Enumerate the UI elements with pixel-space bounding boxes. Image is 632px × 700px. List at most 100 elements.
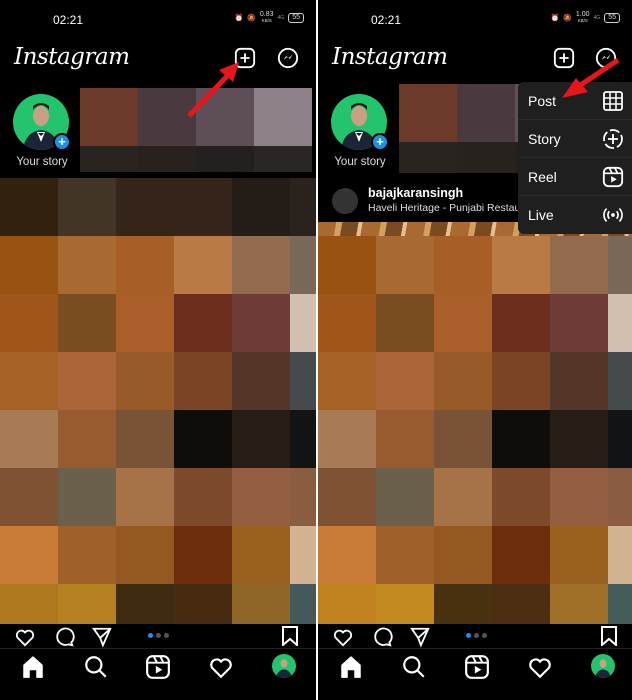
pixel-tile bbox=[318, 526, 376, 584]
mute-icon: 🔕 bbox=[247, 15, 256, 22]
share-icon[interactable] bbox=[91, 626, 113, 648]
network-speed: 1.00 KB/S bbox=[575, 11, 590, 23]
carousel-dots bbox=[148, 633, 169, 638]
post-image[interactable] bbox=[0, 178, 316, 642]
pixel-tile bbox=[0, 236, 58, 294]
pixel-tile bbox=[608, 468, 632, 526]
pixel-tile bbox=[174, 178, 232, 236]
pixel-tile bbox=[608, 526, 632, 584]
pixel-tile bbox=[232, 352, 290, 410]
menu-label: Post bbox=[528, 93, 557, 109]
chevron-down-icon[interactable]: ⌄ bbox=[114, 54, 122, 65]
chevron-down-icon[interactable]: ⌄ bbox=[432, 54, 440, 65]
pixel-tile bbox=[254, 88, 312, 146]
pixel-tile bbox=[0, 410, 58, 468]
reels-icon[interactable] bbox=[464, 654, 490, 680]
your-story-avatar[interactable]: + bbox=[331, 94, 389, 151]
pixel-tile bbox=[0, 178, 58, 236]
mute-icon: 🔕 bbox=[563, 15, 572, 22]
signal-icon: 4G bbox=[277, 15, 285, 21]
pixel-tile bbox=[318, 236, 376, 294]
save-icon[interactable] bbox=[600, 626, 618, 646]
like-icon[interactable] bbox=[332, 627, 354, 647]
pixel-tile bbox=[174, 294, 232, 352]
add-story-badge[interactable]: + bbox=[53, 133, 71, 151]
pixel-tile bbox=[550, 410, 608, 468]
instagram-logo[interactable]: Instagram bbox=[332, 44, 448, 70]
menu-label: Reel bbox=[528, 169, 557, 185]
pixel-tile bbox=[290, 294, 316, 352]
pixel-tile bbox=[290, 468, 316, 526]
pixel-tile bbox=[550, 294, 608, 352]
pixel-tile bbox=[608, 236, 632, 294]
pixel-tile bbox=[58, 410, 116, 468]
menu-item-reel[interactable]: Reel bbox=[518, 158, 632, 196]
search-icon[interactable] bbox=[83, 654, 109, 680]
pixel-tile bbox=[434, 526, 492, 584]
instagram-logo[interactable]: Instagram bbox=[14, 44, 130, 70]
pixel-tile bbox=[290, 410, 316, 468]
messenger-button[interactable] bbox=[595, 47, 617, 69]
menu-item-story[interactable]: Story bbox=[518, 120, 632, 158]
comment-icon[interactable] bbox=[53, 626, 75, 648]
post-location[interactable]: Haveli Heritage - Punjabi Restau bbox=[368, 202, 520, 214]
pixel-tile bbox=[0, 294, 58, 352]
your-story-label: Your story bbox=[16, 156, 68, 168]
pixel-tile bbox=[457, 142, 515, 173]
pixel-tile bbox=[376, 468, 434, 526]
messenger-button[interactable] bbox=[277, 47, 299, 69]
activity-icon[interactable] bbox=[208, 654, 234, 680]
share-icon[interactable] bbox=[409, 626, 431, 648]
home-icon[interactable] bbox=[338, 654, 364, 680]
your-story-avatar[interactable]: + bbox=[13, 94, 71, 151]
pixel-tile bbox=[318, 468, 376, 526]
pixel-tile bbox=[492, 236, 550, 294]
pixel-tile bbox=[608, 352, 632, 410]
pixel-tile bbox=[0, 468, 58, 526]
pixel-tile bbox=[290, 526, 316, 584]
alarm-icon: ⏰ bbox=[234, 15, 244, 22]
status-time: 02:21 bbox=[371, 13, 402, 27]
app-header: Instagram ⌄ bbox=[0, 40, 316, 78]
save-icon[interactable] bbox=[281, 626, 299, 646]
pixel-tile bbox=[138, 88, 196, 146]
post-image[interactable] bbox=[318, 236, 632, 642]
network-speed: 0.83 KB/S bbox=[259, 11, 274, 23]
search-icon[interactable] bbox=[401, 654, 427, 680]
menu-item-post[interactable]: Post bbox=[518, 82, 632, 120]
post-author-avatar[interactable] bbox=[332, 188, 358, 214]
story-add-icon bbox=[603, 129, 623, 149]
post-actions bbox=[0, 624, 316, 648]
menu-item-live[interactable]: Live bbox=[518, 196, 632, 234]
pixel-tile bbox=[58, 178, 116, 236]
pixel-tile bbox=[492, 410, 550, 468]
pixel-tile bbox=[58, 468, 116, 526]
pixel-tile bbox=[318, 294, 376, 352]
pixel-tile bbox=[58, 236, 116, 294]
pixel-tile bbox=[0, 352, 58, 410]
pixel-tile bbox=[318, 352, 376, 410]
profile-tab[interactable] bbox=[272, 654, 298, 680]
pixel-tile bbox=[550, 468, 608, 526]
pixel-tile bbox=[232, 178, 290, 236]
pixel-tile bbox=[608, 410, 632, 468]
screen-left: 02:21 ⏰ 🔕 0.83 KB/S 4G 55 Instagram ⌄ + Y… bbox=[0, 0, 316, 700]
pixel-tile bbox=[116, 178, 174, 236]
new-post-button[interactable] bbox=[553, 47, 575, 69]
post-username[interactable]: bajajkaransingh bbox=[368, 186, 463, 200]
pixel-tile bbox=[434, 294, 492, 352]
new-post-button[interactable] bbox=[234, 47, 256, 69]
reels-icon[interactable] bbox=[145, 654, 171, 680]
pixel-tile bbox=[376, 236, 434, 294]
like-icon[interactable] bbox=[14, 627, 36, 647]
home-icon[interactable] bbox=[20, 654, 46, 680]
pixel-tile bbox=[116, 468, 174, 526]
comment-icon[interactable] bbox=[371, 626, 393, 648]
profile-tab[interactable] bbox=[591, 654, 617, 680]
pixel-tile bbox=[232, 410, 290, 468]
add-story-badge[interactable]: + bbox=[371, 133, 389, 151]
pixel-tile bbox=[232, 294, 290, 352]
activity-icon[interactable] bbox=[527, 654, 553, 680]
pixel-tile bbox=[434, 468, 492, 526]
pixel-tile bbox=[290, 352, 316, 410]
